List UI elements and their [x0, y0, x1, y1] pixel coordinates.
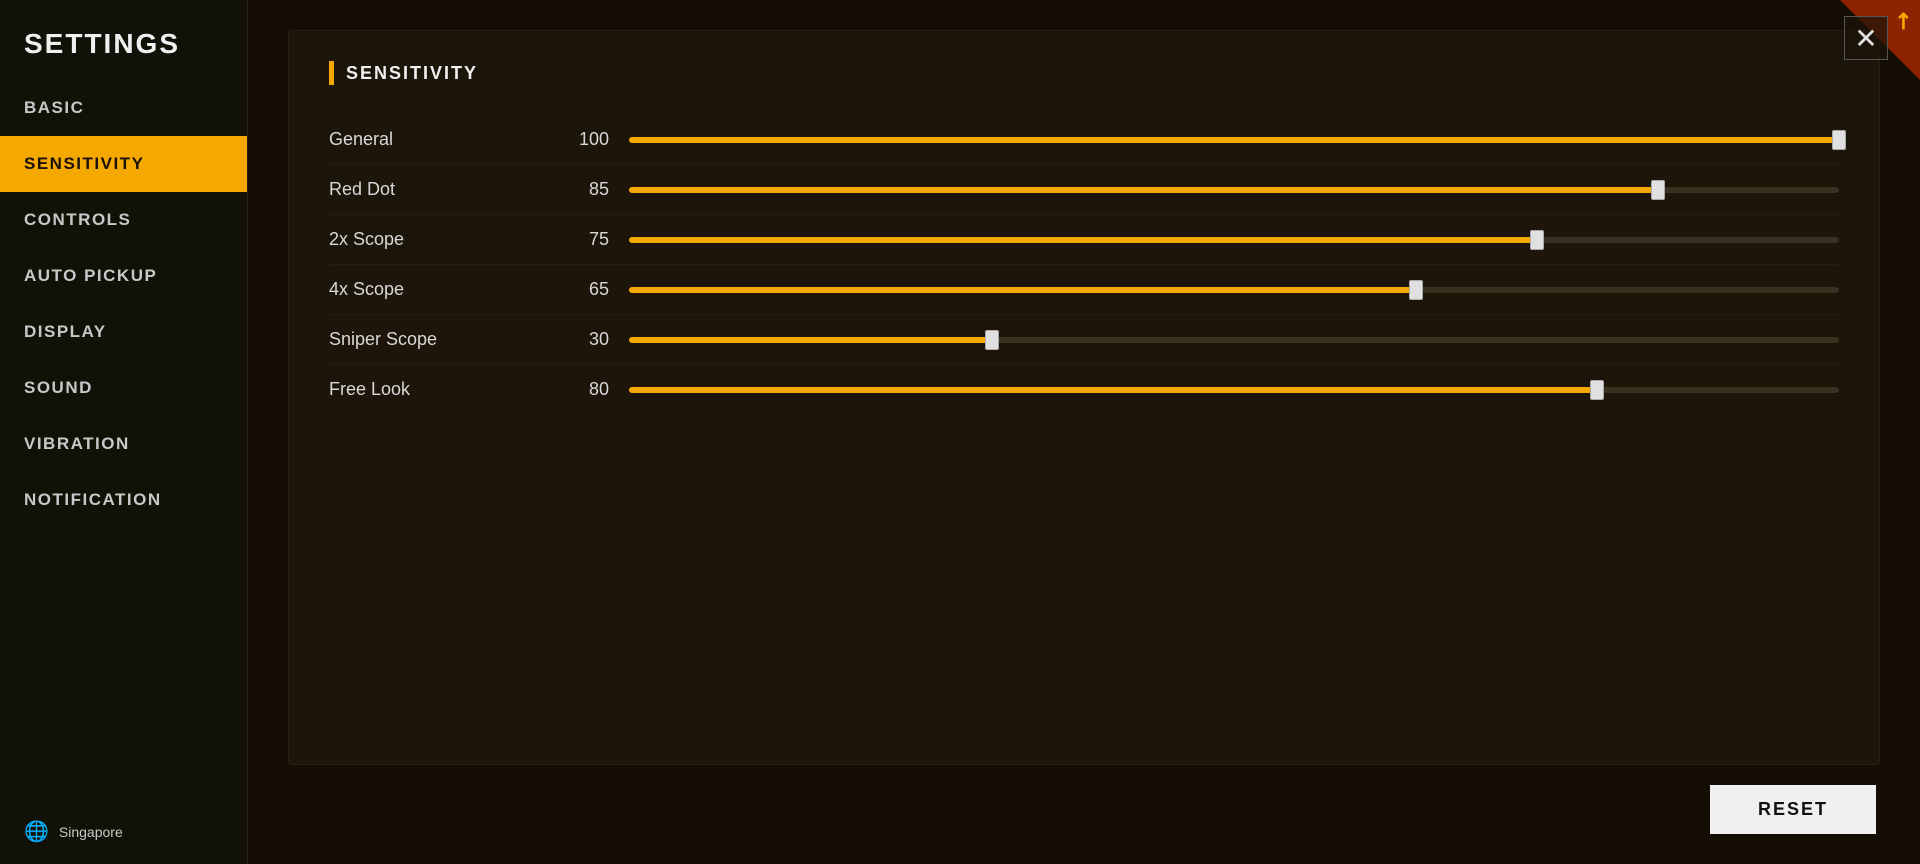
- sidebar-item-controls[interactable]: CONTROLS: [0, 192, 247, 248]
- reset-button[interactable]: RESET: [1710, 785, 1876, 834]
- slider-thumb-general[interactable]: [1832, 130, 1846, 150]
- slider-thumb-red_dot[interactable]: [1651, 180, 1665, 200]
- globe-icon: 🌐: [24, 819, 49, 844]
- slider-track-scope_2x: [629, 237, 1839, 243]
- sidebar-footer: 🌐 Singapore: [0, 799, 247, 864]
- sensitivity-value-free_look: 80: [549, 379, 609, 400]
- sensitivity-row-red_dot: Red Dot85: [329, 165, 1839, 215]
- slider-track-red_dot: [629, 187, 1839, 193]
- sensitivity-label-free_look: Free Look: [329, 379, 549, 400]
- sidebar-item-auto_pickup[interactable]: AUTO PICKUP: [0, 248, 247, 304]
- slider-fill-sniper_scope: [629, 337, 992, 343]
- sensitivity-value-general: 100: [549, 129, 609, 150]
- sliders-container: General100Red Dot852x Scope754x Scope65S…: [329, 115, 1839, 414]
- sidebar-item-sound[interactable]: SOUND: [0, 360, 247, 416]
- sensitivity-row-sniper_scope: Sniper Scope30: [329, 315, 1839, 365]
- sensitivity-value-scope_4x: 65: [549, 279, 609, 300]
- content-panel: SENSITIVITY General100Red Dot852x Scope7…: [288, 30, 1880, 765]
- slider-thumb-scope_4x[interactable]: [1409, 280, 1423, 300]
- slider-fill-general: [629, 137, 1839, 143]
- settings-title: SETTINGS: [0, 0, 247, 80]
- sidebar-item-display[interactable]: DISPLAY: [0, 304, 247, 360]
- slider-thumb-scope_2x[interactable]: [1530, 230, 1544, 250]
- sensitivity-value-scope_2x: 75: [549, 229, 609, 250]
- slider-track-free_look: [629, 387, 1839, 393]
- sensitivity-row-free_look: Free Look80: [329, 365, 1839, 414]
- sidebar: SETTINGS BASICSENSITIVITYCONTROLSAUTO PI…: [0, 0, 248, 864]
- slider-track-scope_4x: [629, 287, 1839, 293]
- slider-thumb-free_look[interactable]: [1590, 380, 1604, 400]
- sensitivity-value-sniper_scope: 30: [549, 329, 609, 350]
- sensitivity-row-general: General100: [329, 115, 1839, 165]
- slider-container-general[interactable]: [629, 130, 1839, 150]
- slider-fill-scope_2x: [629, 237, 1537, 243]
- slider-track-general: [629, 137, 1839, 143]
- section-title-bar: [329, 61, 334, 85]
- region-label: Singapore: [59, 824, 123, 840]
- slider-thumb-sniper_scope[interactable]: [985, 330, 999, 350]
- slider-fill-red_dot: [629, 187, 1658, 193]
- slider-track-sniper_scope: [629, 337, 1839, 343]
- close-icon: ✕: [1854, 22, 1877, 55]
- sidebar-item-vibration[interactable]: VIBRATION: [0, 416, 247, 472]
- close-button[interactable]: ✕: [1844, 16, 1888, 60]
- slider-container-free_look[interactable]: [629, 380, 1839, 400]
- sensitivity-label-general: General: [329, 129, 549, 150]
- sensitivity-row-scope_2x: 2x Scope75: [329, 215, 1839, 265]
- section-title-text: SENSITIVITY: [346, 63, 478, 84]
- sidebar-item-basic[interactable]: BASIC: [0, 80, 247, 136]
- slider-fill-free_look: [629, 387, 1597, 393]
- sidebar-item-sensitivity[interactable]: SENSITIVITY: [0, 136, 247, 192]
- slider-container-scope_4x[interactable]: [629, 280, 1839, 300]
- sidebar-nav: BASICSENSITIVITYCONTROLSAUTO PICKUPDISPL…: [0, 80, 247, 799]
- slider-fill-scope_4x: [629, 287, 1416, 293]
- sensitivity-value-red_dot: 85: [549, 179, 609, 200]
- sensitivity-label-scope_2x: 2x Scope: [329, 229, 549, 250]
- sensitivity-label-scope_4x: 4x Scope: [329, 279, 549, 300]
- slider-container-sniper_scope[interactable]: [629, 330, 1839, 350]
- sensitivity-label-sniper_scope: Sniper Scope: [329, 329, 549, 350]
- section-header: SENSITIVITY: [329, 61, 1839, 85]
- slider-container-scope_2x[interactable]: [629, 230, 1839, 250]
- sensitivity-row-scope_4x: 4x Scope65: [329, 265, 1839, 315]
- bottom-bar: RESET: [288, 785, 1880, 834]
- sensitivity-label-red_dot: Red Dot: [329, 179, 549, 200]
- slider-container-red_dot[interactable]: [629, 180, 1839, 200]
- main-content: SENSITIVITY General100Red Dot852x Scope7…: [248, 0, 1920, 864]
- sidebar-item-notification[interactable]: NOTIFICATION: [0, 472, 247, 528]
